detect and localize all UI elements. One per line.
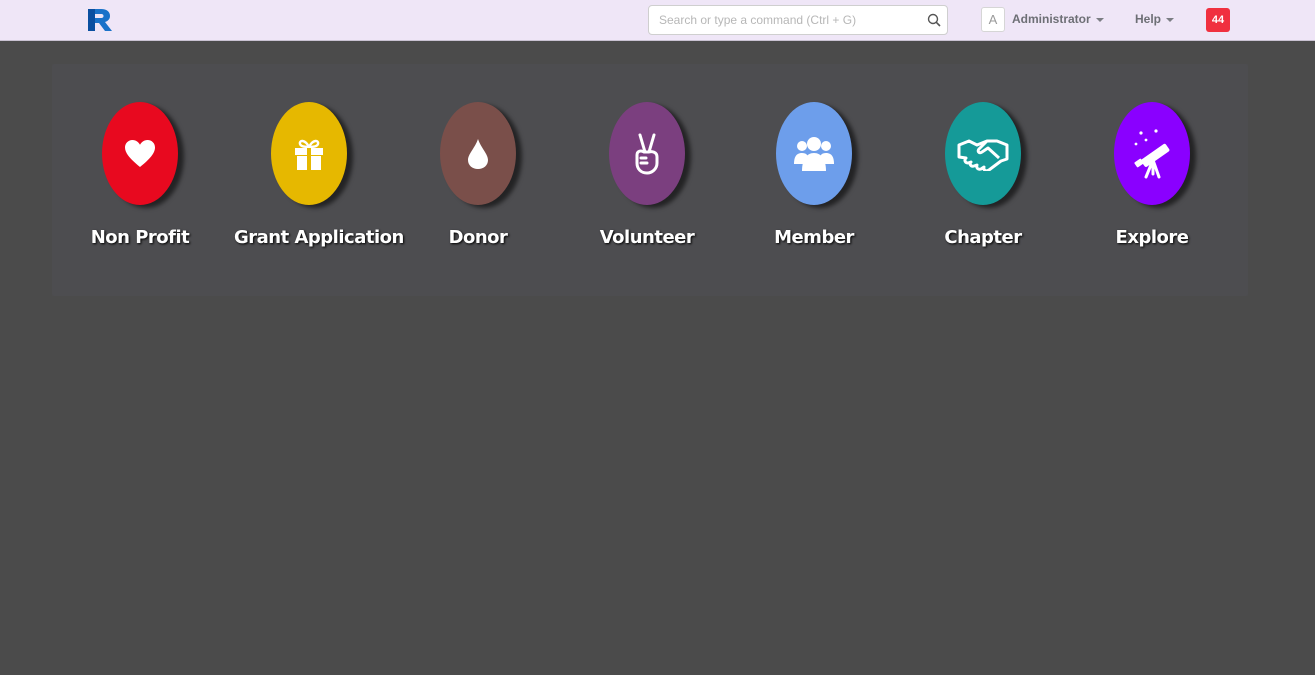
search-box[interactable] xyxy=(648,5,948,35)
search-input[interactable] xyxy=(649,6,909,34)
search-icon[interactable] xyxy=(927,13,941,27)
module-label: Grant Application xyxy=(234,227,404,248)
app-logo-icon[interactable] xyxy=(86,7,114,33)
module-tile-explore[interactable]: Explore xyxy=(1077,102,1227,262)
module-circle xyxy=(945,102,1021,205)
chevron-down-icon xyxy=(1095,17,1104,22)
module-label: Chapter xyxy=(944,227,1022,248)
top-navbar: A Administrator Help 44 xyxy=(0,0,1315,41)
modules-panel: Non Profit Grant Application Donor Volun… xyxy=(52,64,1248,296)
module-circle xyxy=(440,102,516,205)
notification-badge[interactable]: 44 xyxy=(1206,8,1230,32)
module-tile-volunteer[interactable]: Volunteer xyxy=(572,102,722,262)
gift-icon xyxy=(295,139,323,170)
help-menu-dropdown[interactable]: Help xyxy=(1135,12,1175,26)
drop-icon xyxy=(468,138,488,169)
user-menu-label: Administrator xyxy=(1012,12,1091,26)
module-circle xyxy=(1114,102,1190,205)
module-label: Explore xyxy=(1115,227,1189,248)
module-tile-non-profit[interactable]: Non Profit xyxy=(65,102,215,262)
module-label: Member xyxy=(774,227,854,248)
module-tile-member[interactable]: Member xyxy=(739,102,889,262)
module-circle xyxy=(609,102,685,205)
module-label: Donor xyxy=(448,227,508,248)
module-tile-donor[interactable]: Donor xyxy=(403,102,553,262)
peace-hand-icon xyxy=(635,133,659,174)
help-menu-label: Help xyxy=(1135,12,1162,26)
user-menu-dropdown[interactable]: Administrator xyxy=(1012,12,1104,26)
module-circle xyxy=(102,102,178,205)
module-circle xyxy=(776,102,852,205)
telescope-icon xyxy=(1134,128,1170,178)
module-tile-grant-application[interactable]: Grant Application xyxy=(234,102,404,262)
avatar[interactable]: A xyxy=(981,7,1005,32)
heart-icon xyxy=(125,139,155,167)
handshake-icon xyxy=(957,139,1009,171)
chevron-down-icon xyxy=(1166,17,1175,22)
module-tile-chapter[interactable]: Chapter xyxy=(908,102,1058,262)
users-icon xyxy=(794,136,834,171)
module-label: Volunteer xyxy=(599,227,695,248)
module-label: Non Profit xyxy=(90,227,190,248)
module-circle xyxy=(271,102,347,205)
